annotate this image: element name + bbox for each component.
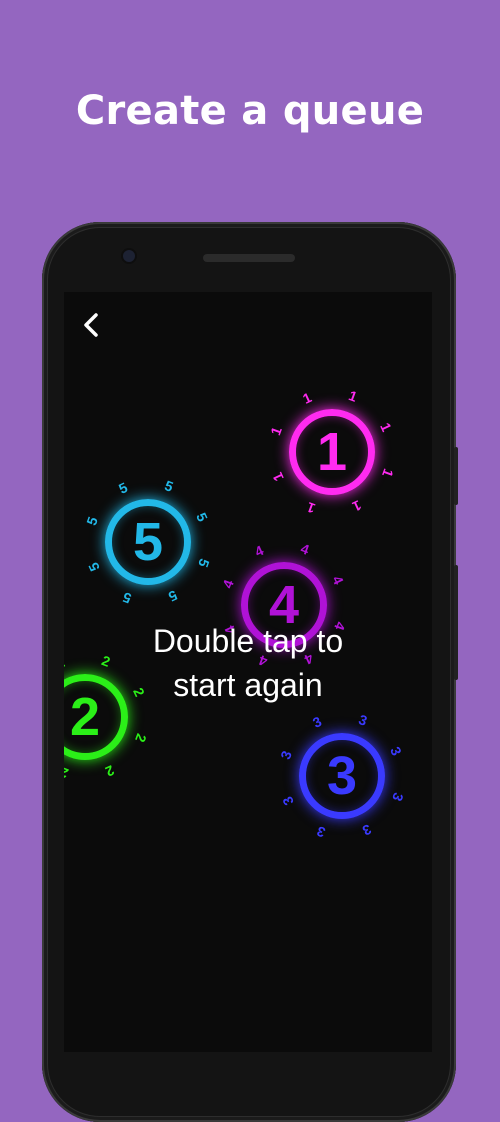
- touch-tick: 3: [360, 821, 375, 840]
- prompt-line-1: Double tap to: [152, 623, 344, 659]
- touch-tick: 3: [387, 743, 406, 758]
- touch-marker-5: 5: [105, 499, 191, 585]
- touch-tick: 5: [121, 589, 134, 608]
- touch-tick: 3: [389, 790, 408, 803]
- touch-tick: 1: [350, 497, 365, 516]
- touch-tick: 3: [315, 823, 328, 842]
- touch-tick: 4: [251, 541, 266, 560]
- touch-tick: 4: [298, 539, 311, 558]
- earpiece-speaker: [203, 254, 295, 262]
- touch-tick: 5: [195, 556, 214, 569]
- touch-tick: 5: [115, 478, 130, 497]
- touch-marker-3: 3: [299, 733, 385, 819]
- touch-tick: 5: [82, 515, 101, 528]
- touch-tick: 3: [356, 710, 369, 729]
- touch-tick: 3: [309, 712, 324, 731]
- touch-tick: 1: [268, 470, 287, 485]
- touch-tick: 3: [276, 749, 295, 762]
- touch-tick: 1: [305, 499, 318, 518]
- touch-tick: 5: [193, 509, 212, 524]
- front-camera: [123, 250, 135, 262]
- touch-tick: 1: [346, 386, 359, 405]
- touch-tick: 1: [377, 419, 396, 434]
- headline: Create a queue: [75, 88, 425, 134]
- phone-side-button: [454, 447, 458, 505]
- restart-prompt: Double tap to start again: [64, 619, 432, 707]
- chevron-left-icon: [84, 313, 98, 337]
- touch-tick: 2: [103, 762, 118, 781]
- touch-tick: 4: [218, 578, 237, 591]
- touch-tick: 1: [266, 425, 285, 438]
- touch-tick: 3: [278, 794, 297, 809]
- back-button[interactable]: [76, 310, 106, 340]
- phone-frame: 1111111115555555554444444442222222223333…: [42, 222, 458, 1122]
- app-screen[interactable]: 1111111115555555554444444442222222223333…: [64, 292, 432, 1052]
- touch-tick: 2: [64, 764, 71, 783]
- phone-volume-button: [454, 565, 458, 680]
- touch-tick: 1: [299, 388, 314, 407]
- touch-tick: 5: [162, 476, 175, 495]
- touch-tick: 2: [132, 731, 151, 744]
- prompt-line-2: start again: [173, 667, 323, 703]
- touch-marker-1: 1: [289, 409, 375, 495]
- touch-tick: 5: [166, 587, 181, 606]
- touch-tick: 4: [329, 572, 348, 587]
- touch-tick: 5: [84, 560, 103, 575]
- touch-tick: 1: [379, 466, 398, 479]
